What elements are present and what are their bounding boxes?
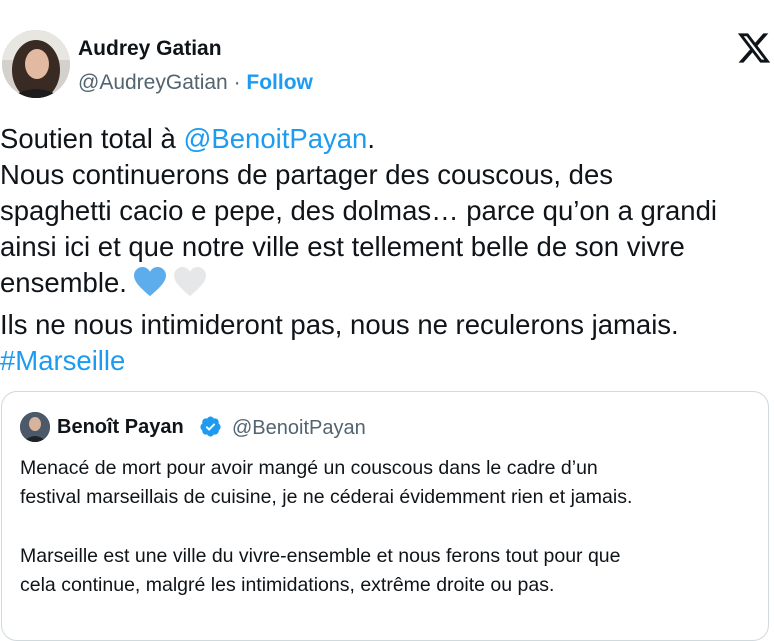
author-handle-row: @AudreyGatian · Follow — [78, 70, 313, 96]
tweet-line-5: ensemble. — [0, 265, 772, 307]
tweet-line-3: spaghetti cacio e pepe, des dolmas… parc… — [0, 195, 717, 226]
tweet-text-segment: Soutien total à — [0, 123, 184, 154]
author-handle[interactable]: @AudreyGatian — [78, 71, 228, 94]
tweet-text: Soutien total à @BenoitPayan. Nous conti… — [0, 121, 772, 379]
hashtag-link[interactable]: #Marseille — [0, 343, 772, 379]
tweet-text-segment: ensemble. — [0, 267, 127, 298]
follow-button[interactable]: Follow — [246, 71, 313, 94]
quoted-line: Marseille est une ville du vivre-ensembl… — [20, 545, 621, 567]
quoted-line: Menacé de mort pour avoir mangé un cousc… — [20, 457, 598, 479]
quoted-author-name[interactable]: Benoît Payan — [57, 414, 184, 440]
quoted-author-handle[interactable]: @BenoitPayan — [232, 415, 366, 441]
x-logo-icon[interactable] — [736, 30, 772, 66]
tweet-line-2: Nous continuerons de partager des cousco… — [0, 159, 614, 190]
tweet-line-1: Soutien total à @BenoitPayan. — [0, 121, 772, 157]
white-heart-icon — [173, 266, 207, 307]
tweet-line-4: ainsi ici et que notre ville est telleme… — [0, 231, 685, 262]
quoted-line: cela continue, malgré les intimidations,… — [20, 574, 555, 596]
quoted-author-avatar[interactable] — [20, 412, 50, 442]
tweet-line-6: Ils ne nous intimideront pas, nous ne re… — [0, 309, 679, 340]
quoted-tweet[interactable]: Benoît Payan @BenoitPayan Menacé de mort… — [1, 391, 769, 641]
author-name[interactable]: Audrey Gatian — [78, 36, 222, 62]
verified-badge-icon — [199, 415, 222, 438]
author-avatar[interactable] — [2, 30, 70, 98]
quoted-line: festival marseillais de cuisine, je ne c… — [20, 486, 633, 508]
quoted-tweet-text: Menacé de mort pour avoir mangé un cousc… — [20, 454, 760, 600]
blue-heart-icon — [133, 266, 167, 307]
handle-separator: · — [227, 71, 247, 94]
tweet-header: Audrey Gatian @AudreyGatian · Follow — [0, 28, 774, 104]
mention-link[interactable]: @BenoitPayan — [183, 123, 367, 154]
tweet-text-segment: . — [367, 123, 375, 154]
